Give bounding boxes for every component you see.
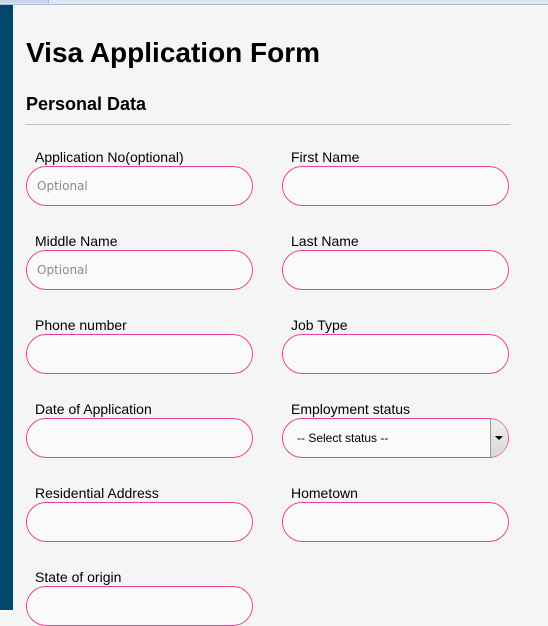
application-no-input[interactable] — [26, 166, 253, 206]
first-name-input[interactable] — [282, 166, 509, 206]
section-heading: Personal Data — [26, 94, 147, 114]
middle-name-label: Middle Name — [35, 233, 118, 249]
hometown-input[interactable] — [282, 502, 509, 542]
section-divider — [26, 124, 510, 125]
browser-tab[interactable] — [0, 0, 49, 3]
application-no-label: Application No(optional) — [35, 149, 184, 165]
field-job-type: Job Type — [282, 317, 509, 374]
sidebar-accent-bar — [0, 5, 13, 610]
job-type-input[interactable] — [282, 334, 509, 374]
field-hometown: Hometown — [282, 485, 509, 542]
last-name-input[interactable] — [282, 250, 509, 290]
field-employment-status: Employment status -- Select status -- — [282, 401, 509, 458]
field-residential-address: Residential Address — [26, 485, 253, 542]
date-of-application-input[interactable] — [26, 418, 253, 458]
page-title: Visa Application Form — [26, 37, 321, 68]
field-application-no: Application No(optional) — [26, 149, 253, 206]
residential-address-label: Residential Address — [35, 485, 159, 501]
middle-name-input[interactable] — [26, 250, 253, 290]
job-type-label: Job Type — [291, 317, 348, 333]
phone-number-label: Phone number — [35, 317, 127, 333]
field-phone-number: Phone number — [26, 317, 253, 374]
field-state-of-origin: State of origin — [26, 569, 253, 626]
field-middle-name: Middle Name — [26, 233, 253, 290]
state-of-origin-label: State of origin — [35, 569, 122, 585]
state-of-origin-input[interactable] — [26, 586, 253, 626]
date-of-application-label: Date of Application — [35, 401, 152, 417]
field-last-name: Last Name — [282, 233, 509, 290]
employment-status-label: Employment status — [291, 401, 411, 417]
browser-tab-strip — [0, 0, 548, 5]
hometown-label: Hometown — [291, 485, 358, 501]
employment-status-selected: -- Select status -- — [297, 431, 389, 445]
residential-address-input[interactable] — [26, 502, 253, 542]
field-date-of-application: Date of Application — [26, 401, 253, 458]
employment-status-select[interactable]: -- Select status -- — [282, 418, 509, 458]
first-name-label: First Name — [291, 149, 360, 165]
phone-number-input[interactable] — [26, 334, 253, 374]
chevron-down-icon[interactable] — [490, 419, 508, 457]
last-name-label: Last Name — [291, 233, 359, 249]
field-first-name: First Name — [282, 149, 509, 206]
